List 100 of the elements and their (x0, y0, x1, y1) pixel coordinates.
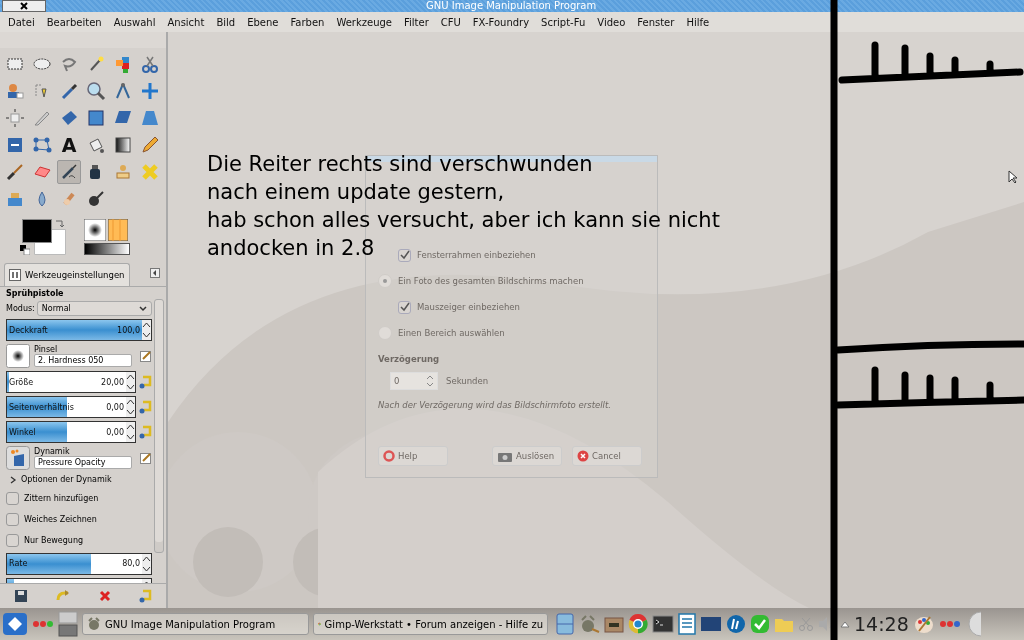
cancel-icon (577, 450, 589, 462)
menu-item[interactable]: Ebene (247, 16, 279, 28)
dots-icon[interactable] (32, 619, 54, 629)
desktop-pager-icon[interactable] (58, 611, 78, 637)
option-label: Fensterrahmen einbeziehen (417, 250, 536, 260)
checkbox-label: Weiches Zeichnen (24, 514, 97, 524)
brush-button-icon[interactable] (6, 344, 30, 368)
menu-item[interactable]: Werkzeuge (336, 16, 392, 28)
slider-value: 80,0 (121, 559, 141, 569)
terminal-icon[interactable] (652, 615, 674, 633)
annotation-line: andocken in 2.8 (207, 235, 375, 262)
reset-icon[interactable] (138, 400, 152, 414)
reset-icon[interactable] (138, 589, 153, 603)
person-icon (5, 81, 25, 101)
move-arrows-icon (140, 81, 160, 101)
slider-label: Winkel (8, 427, 37, 437)
tool-options-icon (9, 269, 21, 281)
checkbox-label: Zittern hinzufügen (24, 493, 99, 503)
menu-item[interactable]: CFU (440, 16, 461, 28)
box-icon[interactable] (604, 615, 624, 633)
menu-item[interactable]: Hilfe (686, 16, 710, 28)
menu-item[interactable]: Ansicht (167, 16, 205, 28)
checkbox[interactable] (6, 534, 19, 548)
menu-item[interactable]: FX-Foundry (472, 16, 530, 28)
menu-item[interactable]: Auswahl (113, 16, 156, 28)
delete-icon[interactable] (98, 590, 111, 602)
taskbar-task[interactable]: Gimp-Werkstatt • Forum anzeigen - Hilfe zu (313, 613, 548, 635)
dots-icon[interactable] (938, 619, 961, 629)
edit-icon[interactable] (140, 452, 152, 464)
panel-menu-icon[interactable] (150, 268, 160, 278)
option-label: Einen Bereich auswählen (398, 328, 505, 338)
taskbar-task[interactable]: GNU Image Manipulation Program (82, 613, 309, 635)
foreground-color-swatch[interactable] (22, 219, 52, 243)
window-icon[interactable] (700, 616, 722, 632)
scrollbar[interactable] (154, 299, 164, 553)
default-colors-icon[interactable] (20, 245, 30, 255)
pencil-icon (140, 135, 160, 155)
dynamics-name-field[interactable]: Pressure Opacity (34, 456, 132, 469)
background-color-swatch[interactable] (34, 229, 66, 255)
menu-item[interactable]: Fenster (637, 16, 675, 28)
lifebuoy-icon (383, 450, 395, 462)
reset-icon[interactable] (138, 425, 152, 439)
edit-icon[interactable] (140, 350, 152, 362)
tool-button[interactable] (57, 160, 81, 184)
hint-text: Nach der Verzögerung wird das Bildschirmfoto erstellt. (378, 400, 612, 410)
dialog-button[interactable]: Auslösen (492, 446, 562, 466)
menu-item[interactable]: Bearbeiten (46, 16, 102, 28)
spin-arrows-icon[interactable] (126, 397, 135, 417)
annotation-line: hab schon alles versucht, aber ich kann sie nicht (207, 207, 720, 234)
reset-icon[interactable] (138, 375, 152, 389)
radio-button[interactable] (378, 274, 392, 288)
checkbox[interactable] (6, 512, 19, 526)
triangle-up-icon[interactable] (840, 620, 850, 628)
spin-arrows-icon[interactable] (126, 422, 135, 442)
document-icon[interactable] (678, 613, 696, 635)
paintbrush-icon (5, 162, 25, 182)
menu-item[interactable]: Script-Fu (541, 16, 586, 28)
bandage-icon (140, 162, 160, 182)
swap-arrows-icon[interactable] (54, 219, 64, 229)
text-tool-button[interactable]: A (57, 133, 81, 157)
spin-arrows-icon[interactable] (142, 320, 151, 340)
mode-dropdown[interactable]: Normal (36, 301, 152, 316)
gradient-preview[interactable] (84, 243, 130, 255)
menu-item[interactable]: Filter (404, 16, 429, 28)
close-button[interactable] (2, 0, 46, 12)
slider-label: Größe (8, 377, 35, 387)
scale-icon (86, 108, 106, 128)
clock[interactable]: 14:28 (854, 613, 909, 635)
checkbox[interactable] (6, 491, 19, 505)
option-label: Ein Foto des gesamten Bildschirms machen (398, 276, 584, 286)
logo-icon[interactable] (726, 614, 746, 634)
gradient-icon (113, 135, 133, 155)
tool-button[interactable] (84, 79, 108, 103)
annotation-line: nach einem update gestern, (207, 179, 505, 206)
expander[interactable]: Optionen der Dynamik (6, 473, 152, 486)
menu-item[interactable]: Datei (8, 16, 35, 28)
check-icon[interactable] (750, 614, 770, 634)
slider-value: 0,00 (105, 427, 125, 437)
slider-value: 20,00 (100, 377, 125, 387)
menu-item[interactable]: Bild (216, 16, 236, 28)
file-cabinet-icon[interactable] (556, 613, 574, 635)
menu-item[interactable]: Video (597, 16, 626, 28)
brush-preview-icon[interactable] (84, 219, 106, 241)
start-menu-icon[interactable] (2, 612, 28, 636)
save-icon[interactable] (13, 589, 28, 603)
dialog-button[interactable]: Cancel (572, 446, 642, 466)
magnifier-icon (86, 81, 106, 101)
compass-icon (113, 81, 133, 101)
dialog-button[interactable]: Help (378, 446, 448, 466)
delay-spinbox[interactable]: 0 (390, 372, 438, 390)
menu-item[interactable]: Farben (290, 16, 325, 28)
section-heading: Verzögerung (378, 354, 441, 364)
checkbox[interactable] (398, 248, 411, 262)
brush-name-field[interactable]: 2. Hardness 050 (34, 354, 132, 367)
spin-arrows-icon[interactable] (126, 372, 135, 392)
browser-icon[interactable] (628, 614, 648, 634)
tool-name: Sprühpistole (6, 289, 65, 298)
dynamics-button-icon[interactable] (6, 446, 30, 470)
spin-arrows-icon[interactable] (142, 553, 151, 574)
dock-tab[interactable]: Werkzeugeinstellungen (4, 263, 130, 286)
